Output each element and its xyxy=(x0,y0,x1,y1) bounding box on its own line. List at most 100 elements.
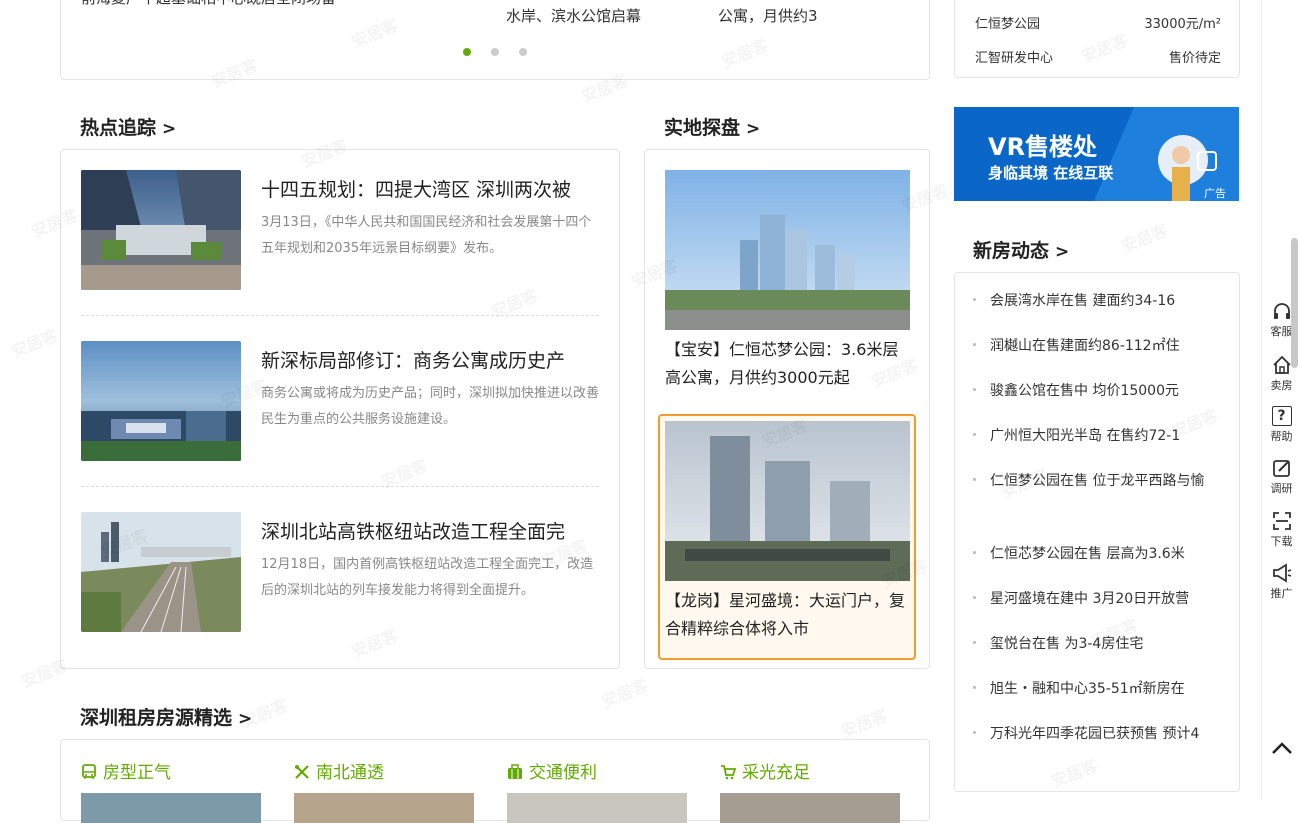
hot-news-heading[interactable]: 热点追踪 > xyxy=(80,113,176,140)
edit-icon xyxy=(1272,460,1290,477)
field-visit-card: 【宝安】仁恒芯梦公园：3.6米层高公寓，月供约3000元起 【龙岗】星河盛境：大… xyxy=(644,149,930,669)
rent-heading[interactable]: 深圳租房房源精选 > xyxy=(80,703,252,730)
news-item[interactable]: 新深标局部修订：商务公寓成历史产 商务公寓或将成为历史产品；同时，深圳拟加快推进… xyxy=(81,341,601,462)
list-item[interactable]: 润樾山在售建面约86-112㎡住 xyxy=(973,335,1180,355)
list-item[interactable]: 玺悦台在售 为3-4房住宅 xyxy=(973,633,1143,653)
visit-caption[interactable]: 【宝安】仁恒芯梦公园：3.6米层高公寓，月供约3000元起 xyxy=(665,336,910,392)
chevron-up-icon xyxy=(1271,742,1292,754)
price-row[interactable]: 汇智研发中心 售价待定 xyxy=(975,47,1221,66)
carousel-caption-mid[interactable]: 水岸、滨水公馆启幕 xyxy=(506,5,641,26)
visit-image[interactable] xyxy=(665,170,910,330)
scrollbar-thumb[interactable] xyxy=(1291,238,1298,368)
news-image[interactable] xyxy=(81,170,241,290)
feature-tab-lighting[interactable]: 采光充足 xyxy=(720,758,810,783)
toolbar-label: 推广 xyxy=(1270,587,1293,600)
bullet xyxy=(973,595,976,599)
price-row-value: 33000元/m² xyxy=(1144,17,1221,32)
bullet xyxy=(973,640,976,644)
toolbar-label: 客服 xyxy=(1270,325,1293,338)
vr-sales-banner[interactable]: VR售楼处 身临其境 在线互联 广告 xyxy=(954,107,1239,201)
bullet xyxy=(973,730,976,734)
carousel-dot-1[interactable] xyxy=(463,48,471,56)
price-row-name: 仁恒梦公园 xyxy=(975,17,1041,32)
news-item[interactable]: 深圳北站高铁枢纽站改造工程全面完 12月18日，国内首例高铁枢纽站改造工程全面完… xyxy=(81,512,601,633)
field-visit-heading[interactable]: 实地探盘 > xyxy=(664,113,760,140)
list-item-text: 广州恒大阳光半岛 在售约72-1 xyxy=(990,428,1181,444)
news-summary: 12月18日，国内首例高铁枢纽站改造工程全面完工，改造后的深圳北站的列车接发能力… xyxy=(261,557,594,598)
list-item[interactable]: 万科光年四季花园已获预售 预计4 xyxy=(973,723,1199,743)
list-item[interactable]: 骏鑫公馆在售中 均价15000元 xyxy=(973,380,1179,400)
toolbar-survey[interactable]: 调研 xyxy=(1262,458,1300,496)
vr-banner-title: VR售楼处 xyxy=(988,133,1098,161)
visit-image[interactable] xyxy=(665,421,910,581)
hot-news-title: 热点追踪 xyxy=(80,117,157,139)
watermark: 安居客 xyxy=(597,672,651,712)
price-list-card: 仁恒梦公园 33000元/m² 汇智研发中心 售价待定 xyxy=(954,0,1240,78)
scan-icon xyxy=(1272,512,1291,530)
rent-image[interactable] xyxy=(720,793,900,823)
watermark: 安居客 xyxy=(7,322,61,362)
rent-image[interactable] xyxy=(81,793,261,823)
divider xyxy=(81,486,599,487)
luggage-icon xyxy=(507,764,523,780)
bullet xyxy=(973,432,976,436)
divider xyxy=(81,315,599,316)
price-row[interactable]: 仁恒梦公园 33000元/m² xyxy=(975,13,1221,32)
ad-label: 广告 xyxy=(1204,187,1226,200)
toolbar-label: 卖房 xyxy=(1270,379,1293,392)
headset-icon xyxy=(1273,303,1290,319)
news-image[interactable] xyxy=(81,512,241,632)
home-icon xyxy=(1272,355,1291,374)
list-item[interactable]: 旭生・融和中心35-51㎡新房在 xyxy=(973,678,1185,698)
bullet xyxy=(973,477,976,481)
toolbar-download[interactable]: 下载 xyxy=(1262,511,1300,549)
toolbar-promote[interactable]: 推广 xyxy=(1262,563,1300,601)
rent-title: 深圳租房房源精选 xyxy=(80,707,233,729)
watermark: 安居客 xyxy=(837,702,891,742)
list-item[interactable]: 仁恒梦公园在售 位于龙平西路与愉 xyxy=(973,470,1204,490)
rent-image[interactable] xyxy=(507,793,687,823)
carousel-caption-left[interactable]: 前海复产丨超基础相中心既居全闭场备 xyxy=(81,0,336,8)
chevron-right-icon: > xyxy=(238,709,253,729)
price-row-name: 汇智研发中心 xyxy=(975,51,1054,66)
chevron-right-icon: > xyxy=(746,119,761,139)
feature-tab-ventilation[interactable]: 南北通透 xyxy=(294,758,384,783)
news-title[interactable]: 新深标局部修订：商务公寓成历史产 xyxy=(261,346,606,373)
toolbar-label: 下载 xyxy=(1270,535,1293,548)
list-item-text: 万科光年四季花园已获预售 预计4 xyxy=(990,726,1200,742)
list-item-text: 会展湾水岸在售 建面约34-16 xyxy=(990,293,1176,309)
news-title[interactable]: 十四五规划：四提大湾区 深圳两次被 xyxy=(261,175,606,202)
new-house-title: 新房动态 xyxy=(973,240,1050,262)
news-image[interactable] xyxy=(81,341,241,461)
bullet xyxy=(973,297,976,301)
list-item-text: 玺悦台在售 为3-4房住宅 xyxy=(990,636,1144,652)
carousel-caption-right[interactable]: 公寓，月供约3 xyxy=(718,5,818,26)
feature-tab-transport[interactable]: 交通便利 xyxy=(507,758,597,783)
rent-card: 房型正气 南北通透 交通便利 采光充足 xyxy=(60,739,930,823)
bullet xyxy=(973,685,976,689)
news-item[interactable]: 十四五规划：四提大湾区 深圳两次被 3月13日，《中华人民共和国国民经济和社会发… xyxy=(81,170,601,291)
carousel-dot-3[interactable] xyxy=(519,48,527,56)
list-item[interactable]: 会展湾水岸在售 建面约34-16 xyxy=(973,290,1175,310)
back-to-top-button[interactable] xyxy=(1262,741,1300,757)
side-toolbar: 客服 卖房 ? 帮助 调研 下载 推广 xyxy=(1261,0,1300,800)
feature-tab-layout[interactable]: 房型正气 xyxy=(81,758,171,783)
list-item-text: 仁恒芯梦公园在售 层高为3.6米 xyxy=(990,546,1185,562)
list-item[interactable]: 仁恒芯梦公园在售 层高为3.6米 xyxy=(973,543,1185,563)
new-house-heading[interactable]: 新房动态 > xyxy=(973,236,1069,263)
help-icon: ? xyxy=(1271,406,1292,426)
news-title[interactable]: 深圳北站高铁枢纽站改造工程全面完 xyxy=(261,517,606,544)
feature-label: 南北通透 xyxy=(316,763,384,783)
feature-label: 交通便利 xyxy=(529,763,597,783)
toolbar-help[interactable]: ? 帮助 xyxy=(1262,406,1300,444)
field-visit-title: 实地探盘 xyxy=(664,117,741,139)
list-item[interactable]: 星河盛境在建中 3月20日开放营 xyxy=(973,588,1189,608)
bullet xyxy=(973,550,976,554)
rent-image[interactable] xyxy=(294,793,474,823)
visit-caption[interactable]: 【龙岗】星河盛境：大运门户，复合精粹综合体将入市 xyxy=(665,587,910,643)
list-item-text: 润樾山在售建面约86-112㎡住 xyxy=(990,338,1180,354)
carousel-dot-2[interactable] xyxy=(491,48,499,56)
list-item[interactable]: 广州恒大阳光半岛 在售约72-1 xyxy=(973,425,1180,445)
chevron-right-icon: > xyxy=(162,119,177,139)
bullet xyxy=(973,342,976,346)
